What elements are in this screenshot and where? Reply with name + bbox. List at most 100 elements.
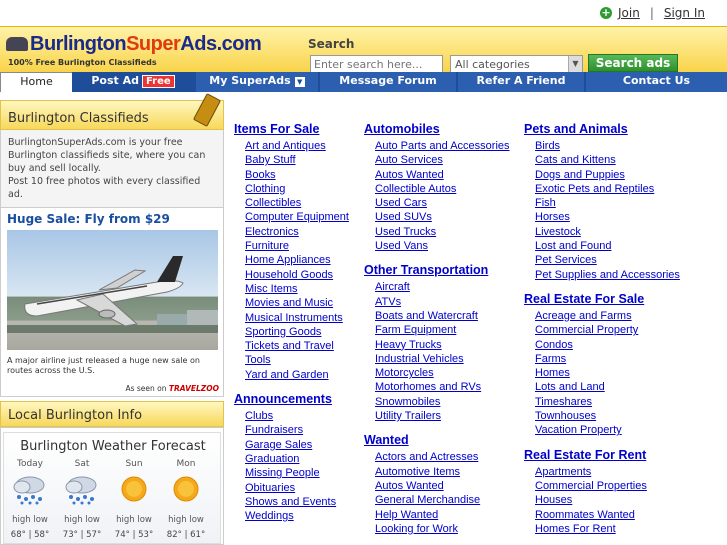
subcategory-link[interactable]: Garage Sales [234, 438, 349, 452]
subcategory-link[interactable]: Obituaries [234, 481, 349, 495]
subcategory-link[interactable]: Weddings [234, 509, 349, 523]
nav-refer-tab[interactable]: Refer A Friend [458, 72, 584, 92]
subcategory-link[interactable]: Boats and Watercraft [364, 309, 510, 323]
subcategory-link[interactable]: Pet Supplies and Accessories [524, 268, 680, 282]
category-heading-pets-and-animals[interactable]: Pets and Animals [524, 122, 680, 136]
subcategory-link[interactable]: Tickets and Travel [234, 339, 349, 353]
subcategory-link[interactable]: Condos [524, 338, 680, 352]
subcategory-link[interactable]: Dogs and Puppies [524, 168, 680, 182]
subcategory-link[interactable]: Livestock [524, 225, 680, 239]
subcategory-link[interactable]: Farms [524, 352, 680, 366]
category-heading-automobiles[interactable]: Automobiles [364, 122, 510, 136]
subcategory-link[interactable]: Art and Antiques [234, 139, 349, 153]
subcategory-link[interactable]: Home Appliances [234, 253, 349, 267]
subcategory-link[interactable]: Used Vans [364, 239, 510, 253]
subcategory-link[interactable]: ATVs [364, 295, 510, 309]
promo-title[interactable]: Huge Sale: Fly from $29 [7, 212, 170, 226]
subcategory-link[interactable]: Exotic Pets and Reptiles [524, 182, 680, 196]
subcategory-link[interactable]: Looking for Work [364, 522, 510, 536]
subcategory-link[interactable]: Motorhomes and RVs [364, 380, 510, 394]
subcategory-link[interactable]: Roommates Wanted [524, 508, 680, 522]
weather-temps: 82° | 61° [166, 530, 206, 540]
nav-home-tab[interactable]: Home [0, 72, 72, 92]
subcategory-link[interactable]: Utility Trailers [364, 409, 510, 423]
search-ads-button[interactable]: Search ads [588, 54, 678, 72]
category-heading-items-for-sale[interactable]: Items For Sale [234, 122, 349, 136]
subcategory-link[interactable]: Graduation [234, 452, 349, 466]
subcategory-link[interactable]: Autos Wanted [364, 479, 510, 493]
nav-forum-tab[interactable]: Message Forum [320, 72, 456, 92]
weather-day: Today [16, 459, 44, 469]
category-heading-wanted[interactable]: Wanted [364, 433, 510, 447]
subcategory-link[interactable]: Misc Items [234, 282, 349, 296]
subcategory-link[interactable]: Electronics [234, 225, 349, 239]
subcategory-link[interactable]: Apartments [524, 465, 680, 479]
nav-contact-tab[interactable]: Contact Us [586, 72, 727, 92]
subcategory-link[interactable]: Used SUVs [364, 210, 510, 224]
subcategory-link[interactable]: Collectible Autos [364, 182, 510, 196]
category-heading-announcements[interactable]: Announcements [234, 392, 349, 406]
subcategory-link[interactable]: Computer Equipment [234, 210, 349, 224]
subcategory-link[interactable]: Aircraft [364, 280, 510, 294]
weather-day: Mon [176, 459, 196, 469]
subcategory-link[interactable]: Lots and Land [524, 380, 680, 394]
join-link[interactable]: Join [618, 6, 640, 20]
sun-icon [121, 476, 147, 502]
subcategory-link[interactable]: Auto Services [364, 153, 510, 167]
subcategory-link[interactable]: Baby Stuff [234, 153, 349, 167]
subcategory-link[interactable]: Horses [524, 210, 680, 224]
nav-my-superads-tab[interactable]: My SuperAds ▼ [196, 72, 318, 92]
category-select[interactable]: All categories ▼ [450, 55, 583, 73]
subcategory-link[interactable]: Acreage and Farms [524, 309, 680, 323]
subcategory-link[interactable]: Homes For Rent [524, 522, 680, 536]
category-heading-real-estate-for-sale[interactable]: Real Estate For Sale [524, 292, 680, 306]
subcategory-link[interactable]: Autos Wanted [364, 168, 510, 182]
subcategory-link[interactable]: Yard and Garden [234, 368, 349, 382]
subcategory-link[interactable]: Shows and Events [234, 495, 349, 509]
subcategory-link[interactable]: Timeshares [524, 395, 680, 409]
nav-post-ad-tab[interactable]: Post Ad Free [72, 72, 194, 92]
subcategory-link[interactable]: Tools [234, 353, 349, 367]
subcategory-link[interactable]: Houses [524, 493, 680, 507]
subcategory-link[interactable]: Industrial Vehicles [364, 352, 510, 366]
subcategory-link[interactable]: Cats and Kittens [524, 153, 680, 167]
subcategory-link[interactable]: Missing People [234, 466, 349, 480]
subcategory-link[interactable]: Clothing [234, 182, 349, 196]
subcategory-link[interactable]: Collectibles [234, 196, 349, 210]
subcategory-link[interactable]: Movies and Music [234, 296, 349, 310]
subcategory-link[interactable]: Musical Instruments [234, 311, 349, 325]
subcategory-link[interactable]: Used Trucks [364, 225, 510, 239]
subcategory-link[interactable]: Townhouses [524, 409, 680, 423]
subcategory-link[interactable]: Homes [524, 366, 680, 380]
promo-ad[interactable]: Huge Sale: Fly from $29 A major airline … [0, 207, 224, 397]
airplane-image[interactable] [7, 230, 218, 350]
subcategory-link[interactable]: Commercial Properties [524, 479, 680, 493]
subcategory-link[interactable]: Furniture [234, 239, 349, 253]
subcategory-link[interactable]: Fish [524, 196, 680, 210]
search-input[interactable] [310, 55, 443, 73]
subcategory-link[interactable]: Lost and Found [524, 239, 680, 253]
subcategory-link[interactable]: Books [234, 168, 349, 182]
site-logo[interactable]: BurlingtonSuperAds.com [6, 33, 262, 56]
subcategory-link[interactable]: General Merchandise [364, 493, 510, 507]
subcategory-link[interactable]: Snowmobiles [364, 395, 510, 409]
subcategory-link[interactable]: Heavy Trucks [364, 338, 510, 352]
subcategory-link[interactable]: Auto Parts and Accessories [364, 139, 510, 153]
subcategory-link[interactable]: Vacation Property [524, 423, 680, 437]
subcategory-link[interactable]: Pet Services [524, 253, 680, 267]
subcategory-link[interactable]: Motorcycles [364, 366, 510, 380]
subcategory-link[interactable]: Clubs [234, 409, 349, 423]
subcategory-link[interactable]: Automotive Items [364, 465, 510, 479]
subcategory-link[interactable]: Commercial Property [524, 323, 680, 337]
subcategory-link[interactable]: Actors and Actresses [364, 450, 510, 464]
category-heading-real-estate-for-rent[interactable]: Real Estate For Rent [524, 448, 680, 462]
category-heading-other-transportation[interactable]: Other Transportation [364, 263, 510, 277]
subcategory-link[interactable]: Household Goods [234, 268, 349, 282]
sign-in-link[interactable]: Sign In [664, 6, 705, 20]
subcategory-link[interactable]: Farm Equipment [364, 323, 510, 337]
subcategory-link[interactable]: Fundraisers [234, 423, 349, 437]
subcategory-link[interactable]: Sporting Goods [234, 325, 349, 339]
subcategory-link[interactable]: Birds [524, 139, 680, 153]
subcategory-link[interactable]: Used Cars [364, 196, 510, 210]
subcategory-link[interactable]: Help Wanted [364, 508, 510, 522]
